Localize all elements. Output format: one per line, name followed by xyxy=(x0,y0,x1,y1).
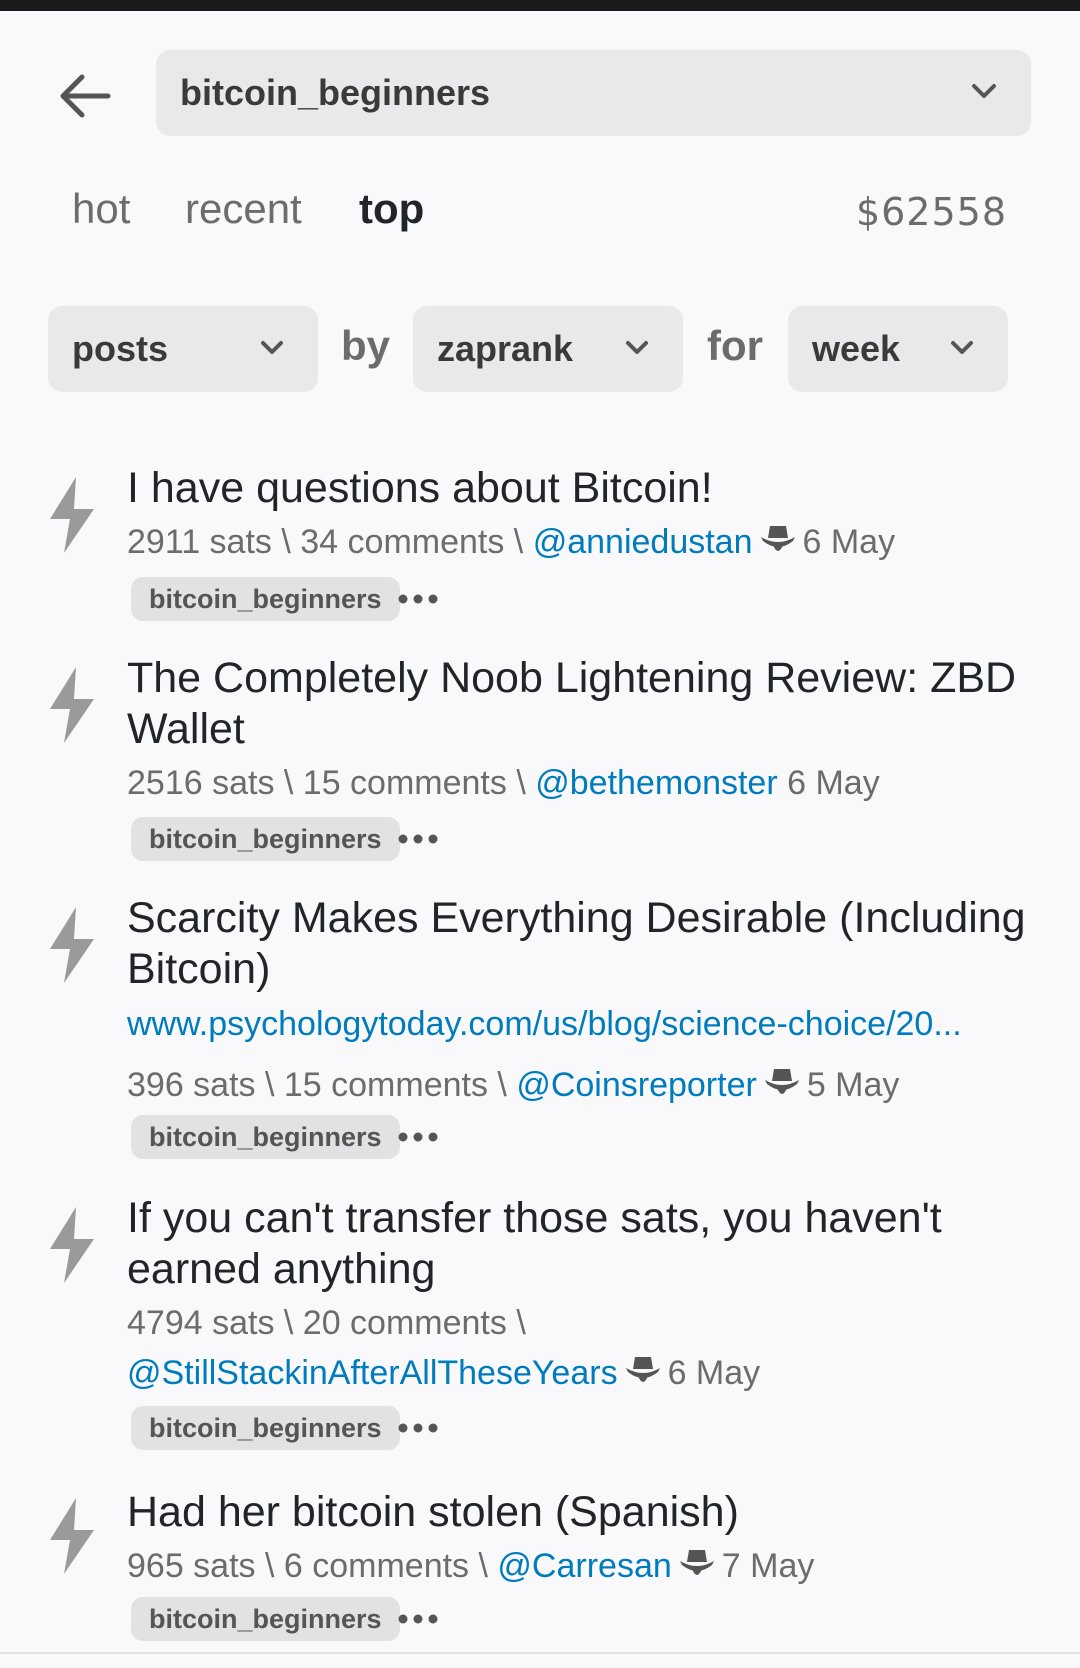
post-meta: 4794 sats \ 20 comments \ @StillStackinA… xyxy=(127,1298,807,1398)
more-options-icon[interactable] xyxy=(398,833,438,845)
meta-separator: \ xyxy=(487,1066,517,1104)
more-options-icon[interactable] xyxy=(398,1422,438,1434)
post-author[interactable]: @Coinsreporter xyxy=(516,1066,757,1104)
meta-separator: \ xyxy=(469,1547,498,1585)
chevron-down-icon xyxy=(972,84,996,98)
post-sats: 4794 sats xyxy=(127,1304,275,1342)
lightning-bolt-icon[interactable] xyxy=(46,905,98,985)
post-sats: 2516 sats xyxy=(127,764,275,802)
post-author[interactable]: @StillStackinAfterAllTheseYears xyxy=(127,1354,618,1392)
lightning-bolt-icon[interactable] xyxy=(46,665,98,745)
meta-separator: \ xyxy=(255,1066,284,1104)
btc-price[interactable]: $62558 xyxy=(856,190,1007,234)
chevron-down-icon xyxy=(951,341,973,354)
back-button[interactable] xyxy=(58,72,112,120)
more-options-icon[interactable] xyxy=(398,1131,438,1143)
post-comments[interactable]: 20 comments xyxy=(303,1304,507,1342)
meta-separator: \ xyxy=(274,1304,303,1342)
type-select[interactable]: posts xyxy=(48,306,318,392)
post-title[interactable]: The Completely Noob Lightening Review: Z… xyxy=(127,653,1037,755)
post-title[interactable]: Scarcity Makes Everything Desirable (Inc… xyxy=(127,893,1037,995)
post-title[interactable]: Had her bitcoin stolen (Spanish) xyxy=(127,1487,1037,1538)
lightning-bolt-icon[interactable] xyxy=(46,1205,98,1285)
by-label: by xyxy=(341,322,391,369)
meta-separator: \ xyxy=(506,764,536,802)
filter-row: posts by zaprank for week xyxy=(0,306,1080,392)
post-comments[interactable]: 34 comments xyxy=(300,523,504,561)
post-meta: 965 sats \ 6 comments \ @Carresan 7 May xyxy=(127,1541,1047,1591)
post-author[interactable]: @anniedustan xyxy=(533,523,753,561)
chevron-down-icon xyxy=(626,341,648,354)
meta-separator: \ xyxy=(506,1304,526,1342)
meta-separator: \ xyxy=(271,523,301,561)
sub-select[interactable]: bitcoin_beginners xyxy=(156,50,1031,136)
post-meta: 2516 sats \ 15 comments \ @bethemonster … xyxy=(127,758,1047,808)
divider xyxy=(0,1652,1080,1654)
meta-separator: \ xyxy=(274,764,303,802)
lightning-bolt-icon[interactable] xyxy=(46,1496,98,1576)
post-meta: 2911 sats \ 34 comments \ @anniedustan 6 … xyxy=(127,517,1047,567)
post-link[interactable]: www.psychologytoday.com/us/blog/science-… xyxy=(127,1005,1032,1044)
post-comments[interactable]: 15 comments xyxy=(303,764,507,802)
more-options-icon[interactable] xyxy=(398,593,438,605)
post-sats: 396 sats xyxy=(127,1066,256,1104)
post-comments[interactable]: 6 comments xyxy=(284,1547,469,1585)
tab-recent[interactable]: recent xyxy=(185,185,302,233)
post-sats: 2911 sats xyxy=(127,523,272,561)
chevron-down-icon xyxy=(261,341,283,354)
for-label: for xyxy=(707,322,763,369)
status-bar-edge xyxy=(0,0,1080,11)
sub-badge[interactable]: bitcoin_beginners xyxy=(131,577,400,621)
cowboy-hat-icon xyxy=(625,1357,660,1382)
post-meta: 396 sats \ 15 comments \ @Coinsreporter 5… xyxy=(127,1060,1047,1110)
tab-top[interactable]: top xyxy=(359,185,424,233)
post-title[interactable]: If you can't transfer those sats, you ha… xyxy=(127,1193,1037,1295)
sub-badge[interactable]: bitcoin_beginners xyxy=(131,1115,400,1159)
post-comments[interactable]: 15 comments xyxy=(284,1066,488,1104)
sub-badge[interactable]: bitcoin_beginners xyxy=(131,1597,400,1641)
more-options-icon[interactable] xyxy=(398,1613,438,1625)
sub-select-value: bitcoin_beginners xyxy=(180,72,491,113)
tab-hot[interactable]: hot xyxy=(72,185,130,233)
meta-separator: \ xyxy=(255,1547,284,1585)
post-date: 6 May xyxy=(787,764,880,802)
post-date: 5 May xyxy=(806,1066,900,1104)
post-date: 6 May xyxy=(667,1354,761,1392)
cowboy-hat-icon xyxy=(679,1550,714,1575)
period-select[interactable]: week xyxy=(788,306,1008,392)
post-sats: 965 sats xyxy=(127,1547,256,1585)
post-date: 6 May xyxy=(802,523,896,561)
sort-by-select-value: zaprank xyxy=(437,328,574,369)
cowboy-hat-icon xyxy=(764,1069,799,1094)
post-author[interactable]: @bethemonster xyxy=(535,764,777,802)
type-select-value: posts xyxy=(72,328,169,369)
sort-by-select[interactable]: zaprank xyxy=(413,306,683,392)
cowboy-hat-icon xyxy=(760,526,795,551)
post-date: 7 May xyxy=(721,1547,815,1585)
post-author[interactable]: @Carresan xyxy=(497,1547,671,1585)
arrow-left-icon xyxy=(60,74,111,118)
sub-badge[interactable]: bitcoin_beginners xyxy=(131,817,400,861)
period-select-value: week xyxy=(812,328,901,369)
post-title[interactable]: I have questions about Bitcoin! xyxy=(127,463,1037,514)
lightning-bolt-icon[interactable] xyxy=(46,475,98,555)
header: bitcoin_beginners xyxy=(0,50,1080,136)
meta-separator: \ xyxy=(504,523,533,561)
sub-badge[interactable]: bitcoin_beginners xyxy=(131,1406,400,1450)
